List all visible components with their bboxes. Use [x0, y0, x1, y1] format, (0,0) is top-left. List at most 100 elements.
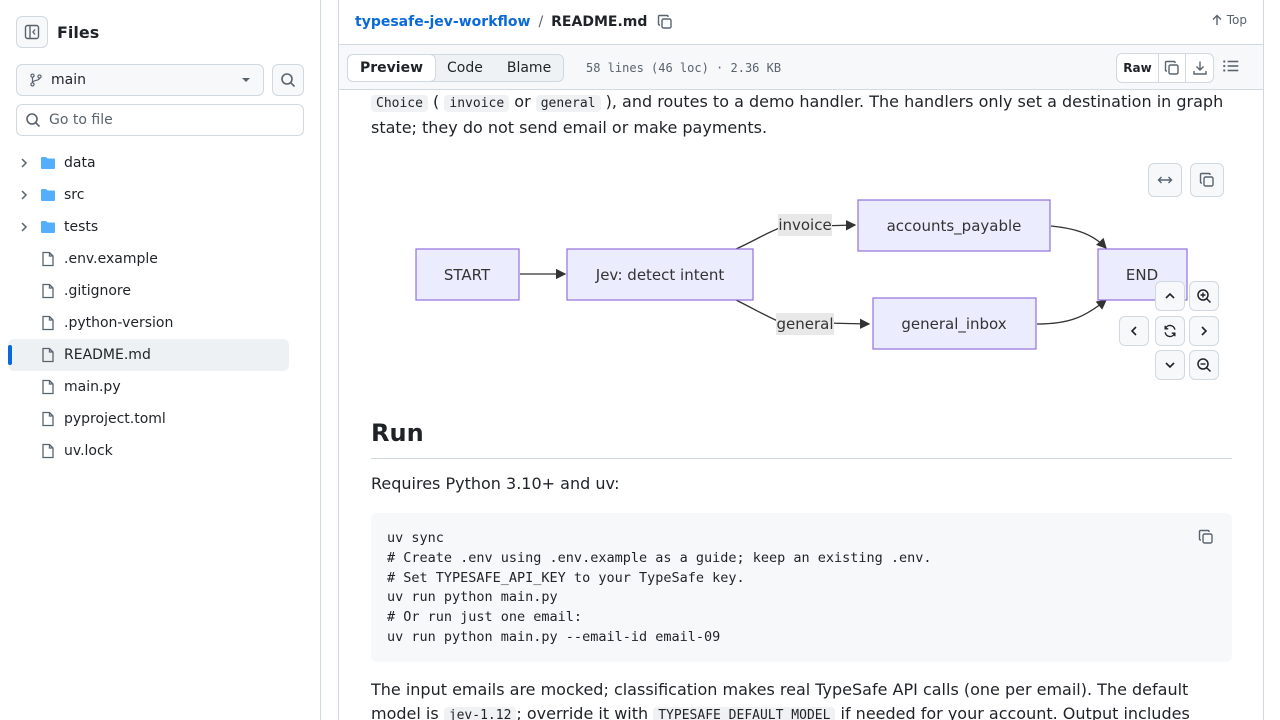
inline-code: general [535, 95, 601, 112]
pan-up-button[interactable] [1155, 281, 1185, 311]
tree-item-label: README.md [64, 347, 151, 363]
paragraph: The input emails are mocked; classificat… [371, 678, 1232, 720]
tree-item-label: .env.example [64, 251, 158, 267]
text: ( [427, 92, 445, 111]
tree-item-env-example[interactable]: .env.example [8, 243, 289, 275]
file-meta: 58 lines (46 loc) · 2.36 KB [586, 61, 782, 75]
node-accounts-payable-label: accounts_payable [887, 217, 1022, 236]
folder-icon [40, 155, 56, 171]
sync-icon [1164, 324, 1176, 338]
view-mode-tabs: Preview Code Blame [347, 54, 565, 82]
tree-item-src[interactable]: src [8, 179, 289, 211]
tree-item-readme-md[interactable]: README.md [8, 339, 289, 371]
folder-icon [40, 187, 56, 203]
branch-selector[interactable]: main [16, 64, 264, 96]
outline-button[interactable] [1222, 57, 1240, 79]
chevron-right-icon [1201, 326, 1208, 336]
copy-code-button[interactable] [1192, 523, 1220, 551]
breadcrumb: typesafe-jev-workflow / README.md [355, 0, 673, 44]
pan-right-button[interactable] [1189, 316, 1219, 346]
inline-code: Choice [371, 95, 428, 112]
search-files-button[interactable] [272, 64, 304, 96]
tree-item-label: pyproject.toml [64, 411, 166, 427]
branch-label: main [51, 72, 86, 88]
tab-code[interactable]: Code [435, 55, 495, 81]
flowchart: invoice general START Jev: detect intent… [415, 199, 1188, 350]
zoom-in-button[interactable] [1189, 281, 1219, 311]
file-name: README.md [551, 14, 648, 30]
top-label: Top [1226, 13, 1247, 27]
copy-icon [1164, 60, 1179, 75]
reset-view-button[interactable] [1155, 316, 1185, 346]
edge-label-invoice: invoice [778, 216, 831, 234]
node-end-label: END [1126, 266, 1158, 284]
requirements-text: Requires Python 3.10+ and uv: [371, 474, 620, 493]
copy-path-button[interactable] [657, 14, 673, 30]
tree-item-uv-lock[interactable]: uv.lock [8, 435, 289, 467]
inline-code: invoice [444, 95, 510, 112]
code-text: uv sync # Create .env using .env.example… [387, 530, 932, 645]
tab-preview[interactable]: Preview [347, 54, 437, 82]
chevron-right-icon[interactable] [18, 189, 30, 201]
paragraph: Choice ( invoice or general ), and route… [371, 90, 1232, 140]
tree-item-label: .gitignore [64, 283, 131, 299]
tree-item-gitignore[interactable]: .gitignore [8, 275, 289, 307]
tree-item-label: .python-version [64, 315, 174, 331]
node-start-label: START [444, 266, 491, 284]
copy-icon [1198, 529, 1213, 544]
file-icon [40, 379, 56, 395]
copy-icon [1199, 172, 1214, 187]
node-general-inbox-label: general_inbox [901, 315, 1006, 334]
inline-code: jev-1.12 [443, 707, 517, 720]
file-icon [40, 283, 56, 299]
text: ; override it with [516, 704, 654, 720]
file-tree: data src tests .env.example .gitignore .pytho… [8, 147, 289, 467]
section-heading-run: Run [371, 416, 1232, 459]
tree-item-tests[interactable]: tests [8, 211, 289, 243]
tree-item-label: tests [64, 219, 99, 235]
file-toolbar: Preview Code Blame 58 lines (46 loc) · 2… [339, 44, 1263, 90]
chevron-right-icon[interactable] [18, 157, 30, 169]
caret-down-icon [242, 78, 250, 82]
tree-item-python-version[interactable]: .python-version [8, 307, 289, 339]
chevron-right-icon[interactable] [18, 221, 30, 233]
chevron-up-icon [1165, 292, 1175, 299]
tree-item-pyproject-toml[interactable]: pyproject.toml [8, 403, 289, 435]
tree-item-label: main.py [64, 379, 121, 395]
chevron-down-icon [1165, 362, 1175, 369]
arrows-horizontal-icon [1157, 176, 1173, 184]
edge-accounts-end [1050, 225, 1107, 249]
download-icon [1192, 61, 1207, 75]
text: if needed for your account. Output inclu… [835, 704, 1190, 720]
breadcrumb-separator: / [538, 14, 544, 30]
top-link[interactable]: Top [1211, 13, 1247, 27]
zoom-out-icon [1197, 358, 1212, 373]
pan-left-button[interactable] [1119, 316, 1149, 346]
node-detect-intent-label: Jev: detect intent [595, 266, 725, 284]
file-icon [40, 347, 56, 363]
copy-diagram-button[interactable] [1190, 163, 1224, 197]
edge-inbox-end [1036, 299, 1108, 325]
repo-link[interactable]: typesafe-jev-workflow [355, 14, 530, 30]
raw-button[interactable]: Raw [1117, 54, 1159, 82]
text: or [509, 92, 536, 111]
tab-blame[interactable]: Blame [495, 55, 563, 81]
copy-raw-button[interactable] [1159, 54, 1186, 82]
sidebar-header: Files [16, 16, 99, 48]
zoom-out-button[interactable] [1189, 350, 1219, 380]
pan-down-button[interactable] [1155, 350, 1185, 380]
collapse-sidebar-button[interactable] [16, 16, 48, 48]
tree-item-main-py[interactable]: main.py [8, 371, 289, 403]
git-branch-icon [30, 73, 42, 87]
tree-item-data[interactable]: data [8, 147, 289, 179]
file-viewer: typesafe-jev-workflow / README.md Top Pr… [338, 0, 1264, 720]
folder-icon [40, 219, 56, 235]
tree-item-label: src [64, 187, 85, 203]
go-to-file-input[interactable] [49, 112, 289, 128]
download-button[interactable] [1186, 54, 1213, 82]
go-to-file-field[interactable] [16, 104, 304, 136]
search-icon [281, 73, 296, 88]
copy-icon [658, 14, 673, 29]
expand-diagram-button[interactable] [1148, 163, 1182, 197]
file-sidebar: Files main data src tests .env.example .giti… [0, 0, 321, 720]
